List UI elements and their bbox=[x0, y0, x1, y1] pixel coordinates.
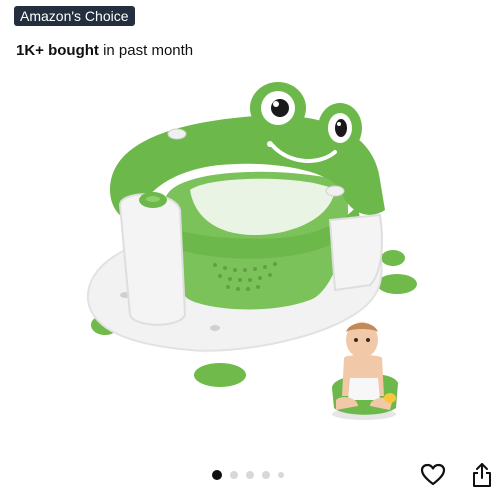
amazons-choice-badge: Amazon's Choice bbox=[14, 6, 135, 26]
heart-outline-icon bbox=[420, 463, 446, 486]
gallery-dot-2[interactable] bbox=[230, 471, 238, 479]
purchase-count-rest: in past month bbox=[98, 42, 194, 59]
gallery-dot-3[interactable] bbox=[246, 471, 254, 479]
share-button[interactable] bbox=[467, 460, 497, 490]
purchase-count-bold: 1K+ bought bbox=[16, 42, 99, 59]
gallery-dot-5[interactable] bbox=[278, 472, 284, 478]
gallery-pagination bbox=[212, 470, 284, 480]
baby-in-seat-image bbox=[332, 322, 398, 420]
share-icon bbox=[473, 463, 491, 487]
purchase-count-text: 1K+ bought in past month bbox=[16, 42, 193, 59]
favorite-button[interactable] bbox=[418, 460, 448, 490]
gallery-dot-4[interactable] bbox=[262, 471, 270, 479]
gallery-dot-1[interactable] bbox=[212, 470, 222, 480]
